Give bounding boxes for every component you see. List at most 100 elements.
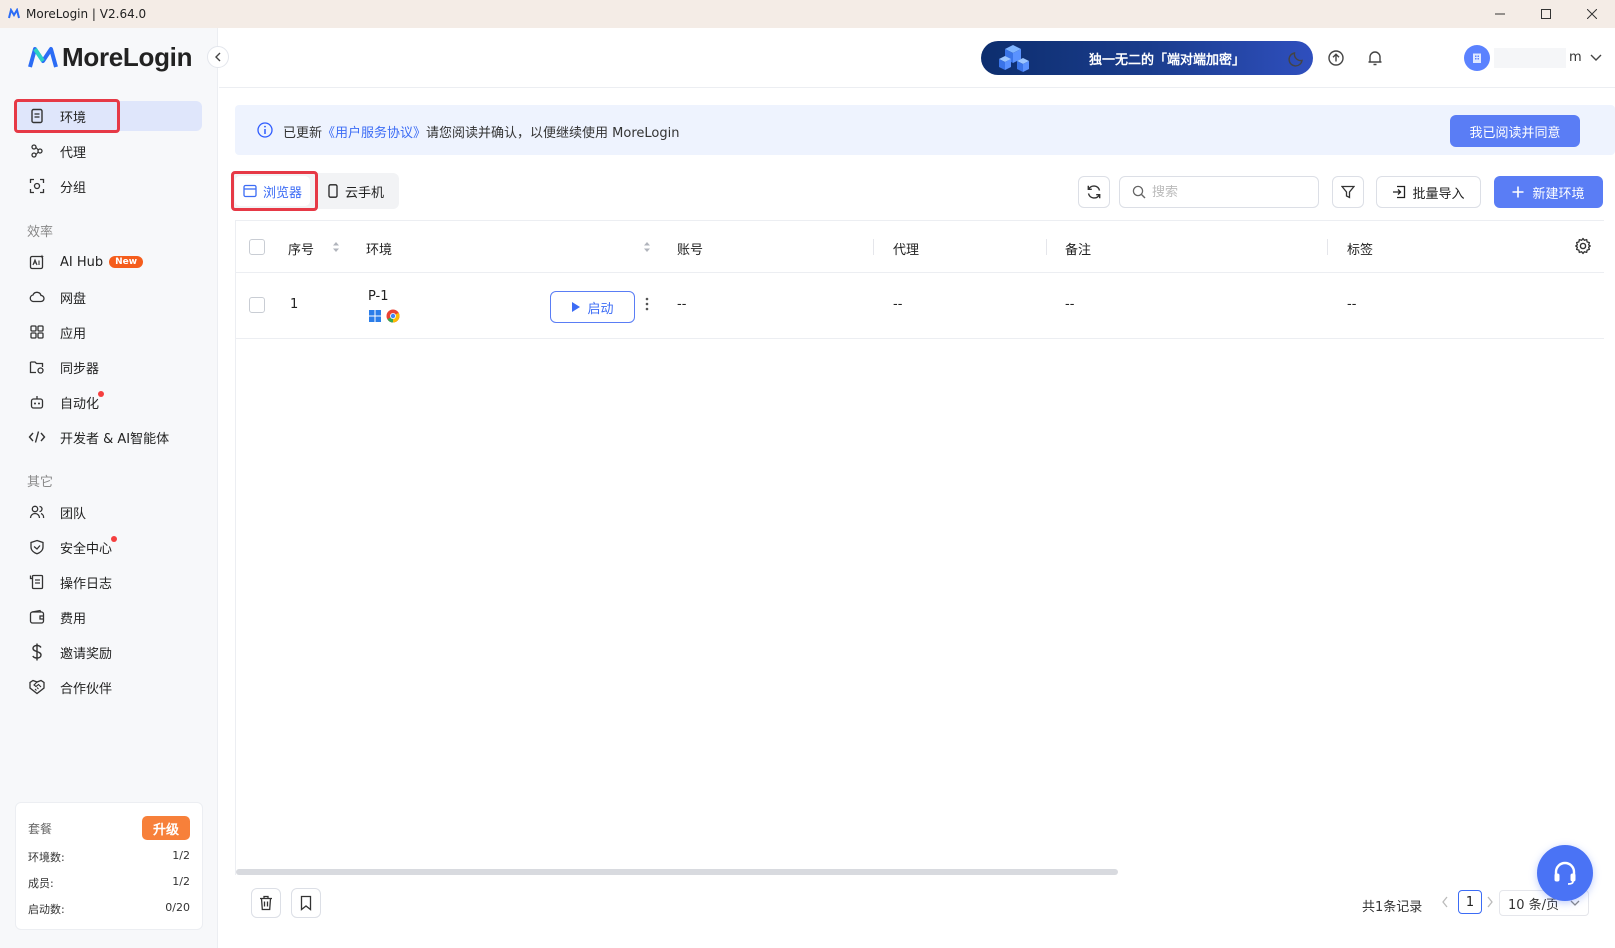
cell-note: --: [1065, 297, 1075, 312]
sidebar-item-team[interactable]: 团队: [16, 497, 202, 527]
upgrade-button[interactable]: 升级: [142, 816, 190, 840]
sidebar-item-group[interactable]: 分组: [16, 171, 202, 201]
new-environment-button[interactable]: 新建环境: [1494, 176, 1603, 208]
column-divider[interactable]: [1327, 239, 1328, 255]
sidebar-item-label: 自动化: [60, 390, 105, 412]
sidebar-item-text: 自动化: [60, 396, 100, 412]
info-icon: [257, 122, 273, 138]
page-number-current[interactable]: 1: [1458, 890, 1482, 914]
dark-mode-button[interactable]: [1287, 48, 1307, 68]
chevron-down-icon[interactable]: [1589, 48, 1605, 68]
search-icon: [1132, 185, 1146, 199]
plan-row-label: 成员:: [28, 877, 54, 890]
column-header-tag: 标签: [1347, 243, 1374, 258]
close-button[interactable]: [1569, 0, 1615, 28]
sidebar-item-apps[interactable]: 应用: [16, 317, 202, 347]
agree-button[interactable]: 我已阅读并同意: [1450, 115, 1580, 147]
row-checkbox[interactable]: [249, 297, 265, 313]
start-label: 启动: [587, 301, 614, 317]
sidebar-item-label: 合作伙伴: [60, 681, 113, 697]
morelogin-logo-icon: [28, 45, 58, 71]
sort-icon[interactable]: [643, 240, 651, 254]
sidebar-item-operation-log[interactable]: 操作日志: [16, 567, 202, 597]
sidebar-item-label: 操作日志: [60, 576, 113, 592]
sidebar-item-automation[interactable]: 自动化: [16, 387, 202, 417]
new-badge: New: [109, 256, 144, 268]
agreement-notice: 已更新《用户服务协议》请您阅读并确认，以便继续使用 MoreLogin 我已阅读…: [235, 105, 1615, 155]
phone-icon: [327, 184, 339, 198]
moon-icon: [1288, 49, 1306, 67]
customer-support-button[interactable]: [1537, 845, 1593, 901]
username[interactable]: m: [1569, 50, 1582, 65]
delete-button[interactable]: [251, 888, 281, 918]
logo-text: MoreLogin: [62, 42, 193, 72]
proxy-icon: [28, 142, 46, 160]
minimize-button[interactable]: [1477, 0, 1523, 28]
column-divider[interactable]: [1046, 239, 1047, 255]
notice-text: 已更新《用户服务协议》请您阅读并确认，以便继续使用 MoreLogin: [283, 122, 679, 141]
user-agreement-link[interactable]: 《用户服务协议》: [322, 126, 426, 141]
sidebar-item-partners[interactable]: 合作伙伴: [16, 672, 202, 702]
maximize-button[interactable]: [1523, 0, 1569, 28]
sidebar-item-ai-hub[interactable]: AI Hub New: [16, 247, 202, 277]
handshake-icon: [28, 678, 46, 696]
refresh-button[interactable]: [1078, 176, 1110, 208]
cell-account: --: [677, 297, 687, 312]
sync-icon: [28, 358, 46, 376]
bulk-import-label: 批量导入: [1412, 186, 1465, 202]
cell-environment-name[interactable]: P-1: [368, 289, 389, 304]
plus-icon: [1512, 186, 1524, 198]
chrome-icon: [386, 309, 400, 323]
column-header-note: 备注: [1065, 243, 1092, 258]
sidebar-item-billing[interactable]: 费用: [16, 602, 202, 632]
bulk-import-button[interactable]: 批量导入: [1376, 176, 1481, 208]
tab-label: 云手机: [345, 185, 385, 201]
cell-index: 1: [290, 297, 299, 312]
select-all-checkbox[interactable]: [249, 239, 265, 255]
plan-row-value: 1/2: [172, 849, 190, 862]
sidebar-item-cloud-drive[interactable]: 网盘: [16, 282, 202, 312]
more-vertical-icon[interactable]: [644, 296, 650, 312]
sidebar-item-security-center[interactable]: 安全中心: [16, 532, 202, 562]
filter-button[interactable]: [1332, 176, 1364, 208]
horizontal-scrollbar[interactable]: [236, 869, 1118, 875]
promo-banner[interactable]: 独一无二的「端对端加密」: [981, 41, 1313, 75]
table-row[interactable]: 1 P-1 启动 -- -- -- --: [236, 273, 1604, 339]
sidebar-item-label: 代理: [60, 145, 87, 161]
close-icon: [1587, 9, 1597, 19]
column-divider[interactable]: [873, 239, 874, 255]
plan-row-environments: 环境数: 1/2: [28, 849, 190, 865]
sidebar-item-synchronizer[interactable]: 同步器: [16, 352, 202, 382]
plan-row-label: 环境数:: [28, 851, 65, 864]
notifications-button[interactable]: [1365, 48, 1385, 68]
cell-tag: --: [1347, 297, 1357, 312]
gear-icon[interactable]: [1574, 237, 1592, 255]
collapse-sidebar-button[interactable]: [207, 46, 229, 68]
shield-icon: [28, 538, 46, 556]
tab-cloud-phone[interactable]: 云手机: [319, 176, 392, 206]
start-button[interactable]: 启动: [550, 291, 635, 323]
new-environment-label: 新建环境: [1532, 186, 1585, 202]
group-icon: [28, 177, 46, 195]
column-header-account: 账号: [677, 243, 704, 258]
prev-page-icon[interactable]: [1441, 896, 1449, 912]
sidebar-item-developer[interactable]: 开发者 & AI智能体: [16, 422, 202, 452]
plan-row-label: 启动数:: [28, 903, 65, 916]
bookmark-button[interactable]: [291, 888, 321, 918]
sidebar-item-proxy[interactable]: 代理: [16, 136, 202, 166]
avatar[interactable]: [1464, 45, 1490, 71]
column-header-environment[interactable]: 环境: [366, 239, 392, 258]
sort-icon[interactable]: [332, 240, 340, 254]
sidebar-item-referral[interactable]: 邀请奖励: [16, 637, 202, 667]
upload-button[interactable]: [1326, 48, 1346, 68]
search-input[interactable]: [1152, 184, 1302, 200]
window-title: MoreLogin | V2.64.0: [26, 7, 147, 21]
column-header-index[interactable]: 序号: [288, 239, 314, 258]
upload-icon: [1327, 49, 1345, 67]
trash-icon: [259, 895, 273, 911]
maximize-icon: [1541, 9, 1551, 19]
headset-icon: [1551, 859, 1579, 887]
building-icon: [1471, 52, 1483, 64]
next-page-icon[interactable]: [1486, 896, 1494, 912]
search-field[interactable]: [1119, 176, 1319, 208]
